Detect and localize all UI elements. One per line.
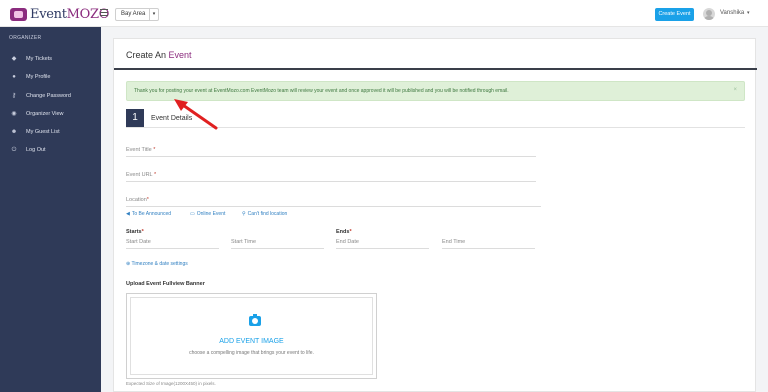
map-pin-icon: ⚲	[242, 211, 246, 217]
ticket-icon: ◆	[11, 56, 17, 62]
menu-toggle-icon[interactable]	[100, 9, 108, 17]
user-name[interactable]: Vanshika	[720, 10, 744, 16]
sidebar-item-log-out[interactable]: ⏻ Log Out	[10, 145, 100, 155]
plus-circle-icon: ⊕	[126, 261, 131, 267]
city-select-value: Bay Area	[121, 11, 146, 17]
create-event-button[interactable]: Create Event	[655, 8, 694, 21]
event-title-placeholder: Event Title *	[126, 147, 156, 153]
page-title: Create An Event	[126, 50, 192, 60]
end-time-field[interactable]: End Time	[442, 237, 535, 249]
megaphone-icon: ◀	[126, 211, 130, 217]
sidebar-item-my-tickets[interactable]: ◆ My Tickets	[10, 54, 100, 64]
sidebar-item-label: My Guest List	[26, 129, 60, 135]
expected-size-note: Expected Size of Image(1200X450) in pixe…	[126, 381, 216, 386]
chevron-down-icon: ▾	[149, 9, 158, 20]
upload-banner-dropzone[interactable]: ADD EVENT IMAGE choose a compelling imag…	[126, 293, 377, 379]
sidebar-item-my-profile[interactable]: ● My Profile	[10, 72, 100, 82]
start-time-field[interactable]: Start Time	[231, 237, 324, 249]
user-menu-chevron-icon[interactable]: ▾	[747, 10, 750, 16]
brand-logo[interactable]: EventMOZO	[10, 5, 109, 23]
location-placeholder: Location*	[126, 197, 149, 203]
top-navbar: EventMOZO Bay Area ▾ Create Event Vanshi…	[0, 0, 768, 27]
cant-find-location-link[interactable]: ⚲ Can't find location	[242, 211, 287, 217]
sidebar-item-label: Change Password	[26, 93, 71, 99]
annotation-arrow-icon	[174, 99, 218, 130]
sidebar-item-label: My Tickets	[26, 56, 52, 62]
event-url-placeholder: Event URL *	[126, 172, 157, 178]
event-title-field[interactable]: Event Title *	[126, 145, 536, 157]
sidebar: ORGANIZER ◆ My Tickets ● My Profile ⚷ Ch…	[0, 27, 101, 392]
upload-subtitle: choose a compelling image that brings yo…	[189, 350, 314, 356]
sidebar-item-label: My Profile	[26, 74, 51, 80]
eye-icon: ◉	[11, 111, 17, 117]
sidebar-item-my-guest-list[interactable]: ☻ My Guest List	[10, 127, 100, 137]
start-date-field[interactable]: Start Date	[126, 237, 219, 249]
user-icon: ●	[12, 74, 16, 80]
online-event-link[interactable]: ▭ Online Event	[190, 211, 225, 217]
ends-label: Ends*	[336, 229, 352, 235]
sidebar-heading: ORGANIZER	[9, 35, 42, 41]
to-be-announced-link[interactable]: ◀ To Be Announced	[126, 211, 171, 217]
timezone-settings-link[interactable]: ⊕ Timezone & date settings	[126, 261, 188, 267]
create-event-panel: Create An Event Thank you for posting yo…	[113, 38, 757, 392]
monitor-icon: ▭	[190, 211, 195, 217]
location-field[interactable]: Location*	[126, 195, 541, 207]
event-url-field[interactable]: Event URL *	[126, 170, 536, 182]
sidebar-item-change-password[interactable]: ⚷ Change Password	[10, 91, 100, 101]
add-event-image-label[interactable]: ADD EVENT IMAGE	[131, 338, 372, 345]
logout-icon: ⏻	[11, 147, 17, 153]
sidebar-item-label: Organizer View	[26, 111, 64, 117]
key-icon: ⚷	[11, 93, 17, 99]
upload-banner-title: Upload Event Fullview Banner	[126, 281, 205, 287]
alert-message: Thank you for posting your event at Even…	[134, 88, 509, 94]
title-divider	[114, 68, 757, 70]
avatar[interactable]	[703, 8, 715, 20]
camera-icon	[249, 314, 261, 326]
city-select[interactable]: Bay Area ▾	[115, 8, 159, 21]
upload-inner-frame: ADD EVENT IMAGE choose a compelling imag…	[130, 297, 373, 375]
brand-name: EventMOZO	[30, 6, 110, 22]
end-date-field[interactable]: End Date	[336, 237, 429, 249]
close-icon[interactable]: ×	[733, 87, 737, 93]
starts-label: Starts*	[126, 229, 144, 235]
step-number-badge: 1	[126, 109, 144, 127]
sidebar-item-label: Log Out	[26, 147, 46, 153]
ticket-logo-icon	[10, 7, 27, 21]
users-icon: ☻	[10, 129, 18, 135]
sidebar-item-organizer-view[interactable]: ◉ Organizer View	[10, 109, 100, 119]
